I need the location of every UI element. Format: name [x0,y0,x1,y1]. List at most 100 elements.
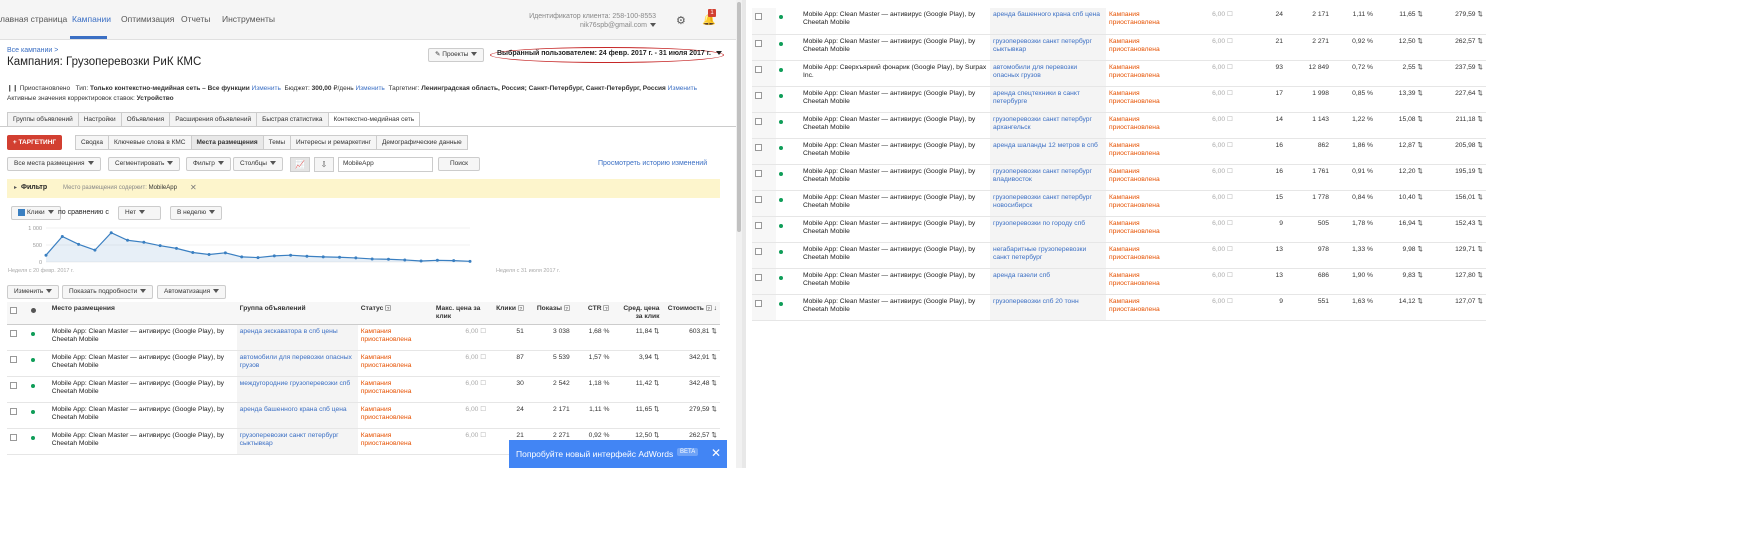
col-placement[interactable]: Место размещения [48,302,237,325]
tab-quick-stats[interactable]: Быстрая статистика [256,112,329,127]
row-select-cell[interactable] [7,428,28,455]
max-cpc-cell[interactable]: 6,00 ☐ [1180,138,1236,165]
ad-group-link[interactable]: грузоперевозки санкт петербург новосибир… [990,190,1106,217]
help-icon[interactable]: ? [705,305,712,312]
row-select-cell[interactable] [752,268,776,295]
edit-pencil-icon[interactable]: ☐ [480,354,486,361]
subtab-placements[interactable]: Места размещения [190,135,264,150]
show-details-dropdown[interactable]: Показать подробности [62,285,154,299]
ad-group-link[interactable]: аренда газели спб [990,268,1106,295]
col-ctr[interactable]: CTR ? [572,302,613,325]
date-range-selector[interactable]: Выбранный пользователем: 24 февр. 2017 г… [497,50,722,57]
col-cost[interactable]: Стоимость ? ↓ [662,302,720,325]
ad-group-link[interactable]: грузоперевозки санкт петербург владивост… [990,164,1106,191]
help-icon[interactable]: ? [563,305,570,312]
row-checkbox[interactable] [755,143,762,151]
max-cpc-cell[interactable]: 6,00 ☐ [432,402,490,429]
col-impressions[interactable]: Показы ? [526,302,573,325]
breadcrumb[interactable]: Все кампании > [7,47,58,54]
row-checkbox[interactable] [755,195,762,203]
max-cpc-cell[interactable]: 6,00 ☐ [432,324,490,351]
metric-dropdown[interactable]: Клики [11,206,61,220]
help-icon[interactable]: ? [603,305,610,312]
row-select-cell[interactable] [752,138,776,165]
edit-pencil-icon[interactable]: ☐ [480,406,486,413]
max-cpc-cell[interactable]: 6,00 ☐ [1180,112,1236,139]
compare-dropdown[interactable]: Нет [118,206,161,220]
ad-group-link[interactable]: грузоперевозки санкт петербург сыктывкар [236,428,358,455]
chart-icon[interactable]: 📈 [290,157,310,172]
sort-down-icon[interactable]: ↓ [714,305,717,312]
row-checkbox[interactable] [755,169,762,177]
row-select-cell[interactable] [752,216,776,243]
row-select-cell[interactable] [752,112,776,139]
row-select-cell[interactable] [7,402,28,429]
edit-pencil-icon[interactable]: ☐ [1227,220,1233,227]
select-all-header[interactable] [7,302,28,325]
scrollbar-thumb[interactable] [737,2,741,232]
search-button[interactable]: Поиск [438,157,480,171]
automation-dropdown[interactable]: Автоматизация [157,285,227,299]
max-cpc-cell[interactable]: 6,00 ☐ [1180,216,1236,243]
edit-pencil-icon[interactable]: ☐ [1227,116,1233,123]
col-avg-cpc[interactable]: Сред. цена за клик [612,302,663,325]
row-select-cell[interactable] [752,242,776,269]
columns-dropdown[interactable]: Столбцы [233,157,283,171]
edit-pencil-icon[interactable]: ☐ [1227,142,1233,149]
row-checkbox[interactable] [10,356,17,363]
row-checkbox[interactable] [755,65,762,73]
ad-group-link[interactable]: грузоперевозки санкт петербург сыктывкар [990,34,1106,61]
account-info[interactable]: Идентификатор клиента: 258-100-8553 nik7… [528,12,656,30]
ad-group-link[interactable]: аренда спецтехники в санкт петербурге [990,86,1106,113]
close-icon[interactable]: ✕ [711,446,721,460]
max-cpc-cell[interactable]: 6,00 ☐ [1180,294,1236,321]
edit-type-link[interactable]: Изменить [252,85,281,92]
row-select-cell[interactable] [7,376,28,403]
subtab-keywords[interactable]: Ключевые слова в КМС [107,135,192,150]
edit-pencil-icon[interactable]: ☐ [1227,90,1233,97]
filter-bar-label[interactable]: Фильтр [21,184,47,191]
edit-pencil-icon[interactable]: ☐ [1227,168,1233,175]
help-icon[interactable]: ? [517,305,524,312]
subtab-topics[interactable]: Темы [262,135,292,150]
ad-group-link[interactable]: аренда экскаватора в спб цены [236,324,358,351]
projects-button[interactable]: ✎ Проекты [428,48,485,62]
row-select-cell[interactable] [752,164,776,191]
row-checkbox[interactable] [755,39,762,47]
max-cpc-cell[interactable]: 6,00 ☐ [1180,34,1236,61]
edit-pencil-icon[interactable]: ☐ [1227,38,1233,45]
edit-pencil-icon[interactable]: ☐ [1227,272,1233,279]
row-select-cell[interactable] [752,86,776,113]
ad-group-link[interactable]: аренда шаланды 12 метров в спб [990,138,1106,165]
tab-ad-groups[interactable]: Группы объявлений [7,112,79,127]
row-checkbox[interactable] [755,91,762,99]
nav-tab-reports[interactable]: Отчеты [181,14,210,24]
row-select-cell[interactable] [752,60,776,87]
edit-budget-link[interactable]: Изменить [356,85,385,92]
edit-dropdown[interactable]: Изменить [7,285,60,299]
max-cpc-cell[interactable]: 6,00 ☐ [1180,164,1236,191]
row-select-cell[interactable] [7,350,28,377]
download-icon[interactable]: ⇩ [314,157,334,172]
gear-icon[interactable]: ⚙ [676,14,686,27]
edit-pencil-icon[interactable]: ☐ [480,380,486,387]
edit-pencil-icon[interactable]: ☐ [1227,246,1233,253]
nav-tab-optimization[interactable]: Оптимизация [121,14,174,24]
promo-text[interactable]: Попробуйте новый интерфейс AdWords [516,449,673,459]
max-cpc-cell[interactable]: 6,00 ☐ [1180,8,1236,35]
ad-group-link[interactable]: аренда башенного крана спб цена [990,8,1106,35]
tab-ad-extensions[interactable]: Расширения объявлений [169,112,258,127]
row-select-cell[interactable] [752,34,776,61]
bell-icon[interactable]: 🔔 1 [702,9,716,26]
row-checkbox[interactable] [10,434,17,441]
edit-pencil-icon[interactable]: ☐ [480,432,486,439]
max-cpc-cell[interactable]: 6,00 ☐ [1180,86,1236,113]
row-checkbox[interactable] [755,13,762,20]
nav-tab-home[interactable]: лавная страница [0,14,67,24]
ad-group-link[interactable]: негабаритные грузоперевозки санкт петерб… [990,242,1106,269]
row-checkbox[interactable] [10,382,17,389]
col-ad-group[interactable]: Группа объявлений [236,302,358,325]
help-icon[interactable]: ? [385,305,392,312]
row-select-cell[interactable] [752,294,776,321]
subtab-summary[interactable]: Сводка [75,135,109,150]
